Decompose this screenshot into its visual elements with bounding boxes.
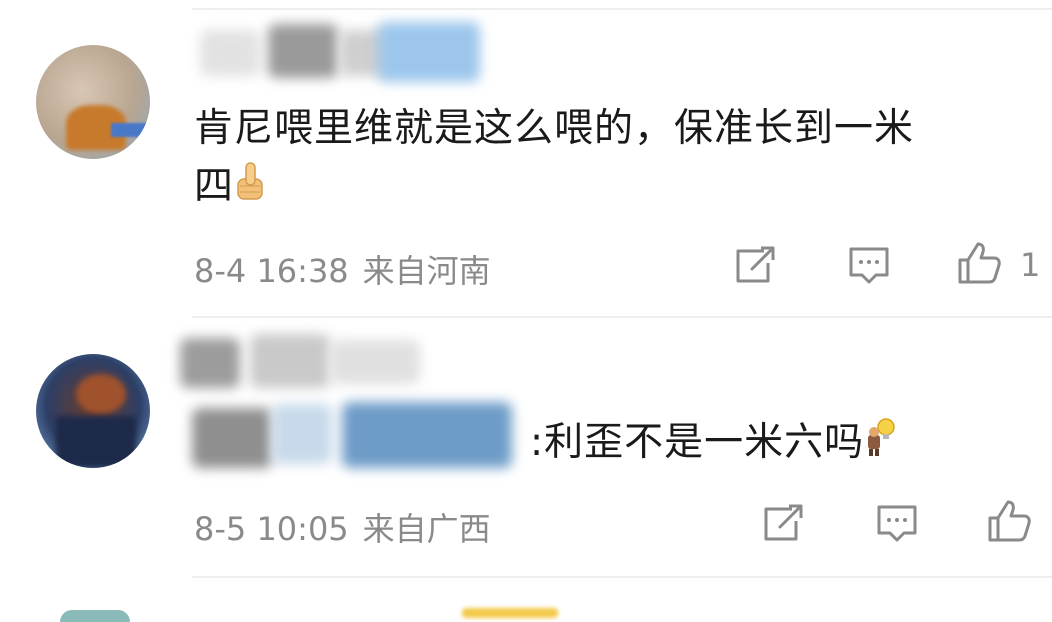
comment-date: 8-5 10:05 <box>194 510 349 548</box>
share-icon <box>736 246 775 283</box>
comment-icon <box>849 247 889 284</box>
username-blurred[interactable] <box>180 330 440 394</box>
comment-divider <box>192 316 1052 318</box>
share-button[interactable] <box>732 242 778 288</box>
reply-to-blurred[interactable] <box>192 400 522 472</box>
comment-meta: 8-5 10:05 来自广西 <box>194 504 505 550</box>
next-comment-username-blurred[interactable] <box>462 608 558 618</box>
username-blurred[interactable] <box>200 22 485 84</box>
like-icon <box>988 500 1031 542</box>
comment-location: 来自广西 <box>362 510 491 548</box>
share-button[interactable] <box>760 500 806 546</box>
next-comment-avatar[interactable] <box>60 610 130 622</box>
like-count: 1 <box>1020 246 1041 284</box>
comment-button[interactable] <box>846 242 892 288</box>
comment-date: 8-4 16:38 <box>194 252 349 290</box>
comment-text: :利歪不是一米六吗 <box>530 414 898 474</box>
comment-button[interactable] <box>874 500 920 546</box>
comment-text: 肯尼喂里维就是这么喂的，保准长到一米 四 <box>194 100 914 218</box>
like-button[interactable] <box>956 240 1002 286</box>
top-divider <box>192 8 1052 10</box>
comment-location: 来自河南 <box>362 252 491 290</box>
comment-meta: 8-4 16:38 来自河南 <box>194 246 505 292</box>
thumbs-up-icon <box>234 160 268 218</box>
person-lightbulb-icon <box>864 416 898 474</box>
avatar[interactable] <box>36 354 150 468</box>
like-icon <box>958 242 1001 284</box>
avatar[interactable] <box>36 45 150 159</box>
like-button[interactable] <box>986 498 1032 544</box>
share-icon <box>764 504 803 541</box>
comment-divider <box>192 576 1052 578</box>
comment-icon <box>877 505 917 542</box>
